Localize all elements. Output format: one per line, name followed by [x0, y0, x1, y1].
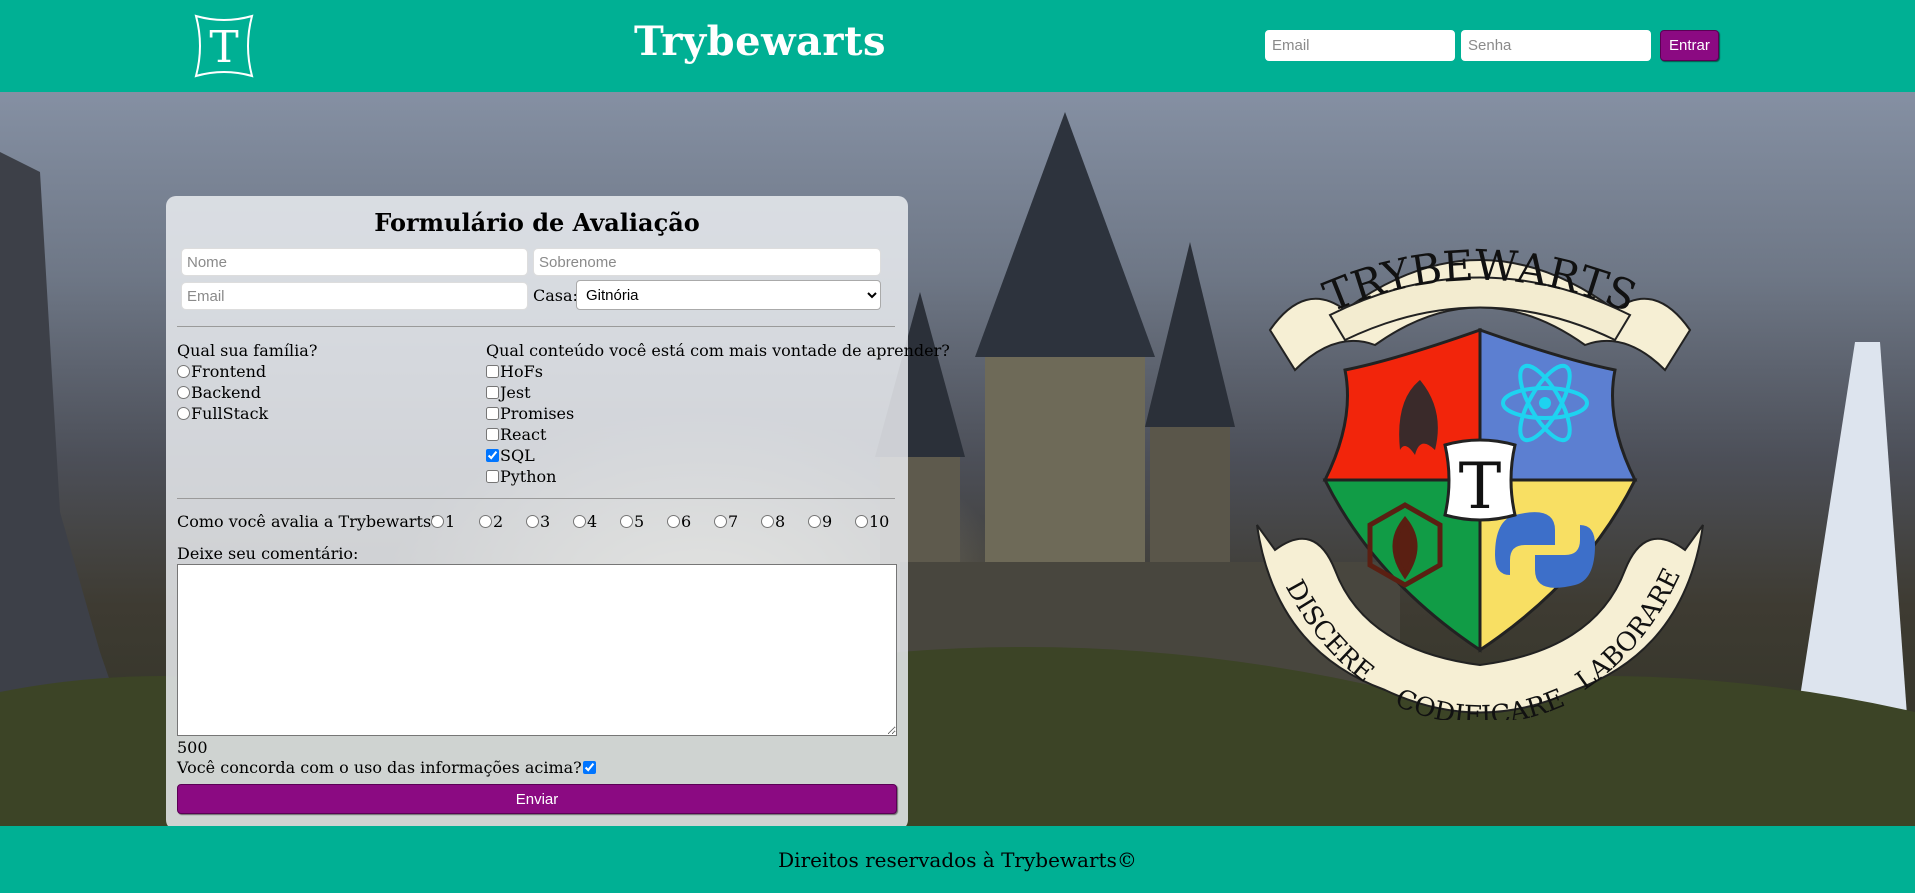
agreement-label: Você concorda com o uso das informações …: [177, 758, 582, 777]
comment-label: Deixe seu comentário:: [177, 544, 359, 563]
rating-radio[interactable]: [479, 515, 492, 528]
content-option-label: Jest: [500, 383, 531, 402]
login-password-input[interactable]: [1461, 30, 1651, 61]
rating-option-10[interactable]: 10: [855, 511, 889, 532]
family-option-label: Frontend: [191, 362, 267, 381]
rating-option-8[interactable]: 8: [761, 511, 785, 532]
rating-option-7[interactable]: 7: [714, 511, 738, 532]
family-option-fullstack[interactable]: FullStack: [177, 403, 268, 424]
form-title: Formulário de Avaliação: [374, 208, 700, 237]
content-option-label: Python: [500, 467, 557, 486]
rating-radio[interactable]: [431, 515, 444, 528]
rating-option-label: 2: [493, 512, 504, 531]
rating-option-label: 4: [587, 512, 598, 531]
content-option-label: React: [500, 425, 547, 444]
rating-option-1[interactable]: 1: [431, 511, 455, 532]
character-counter: 500: [177, 738, 208, 757]
rating-option-5[interactable]: 5: [620, 511, 644, 532]
content-checkbox[interactable]: [486, 386, 499, 399]
login-email-input[interactable]: [1265, 30, 1455, 61]
content-checkbox[interactable]: [486, 449, 499, 462]
content-checkbox[interactable]: [486, 470, 499, 483]
first-name-input[interactable]: [181, 248, 528, 276]
main-area: Formulário de Avaliação Casa: Gitnória Q…: [0, 92, 1915, 826]
trybewarts-logo-icon: T: [194, 14, 254, 78]
content-question: Qual conteúdo você está com mais vontade…: [486, 341, 950, 360]
footer-text: Direitos reservados à Trybewarts©: [778, 848, 1137, 872]
content-option-label: HoFs: [500, 362, 543, 381]
header: T Trybewarts Entrar: [0, 0, 1915, 92]
footer: Direitos reservados à Trybewarts©: [0, 826, 1915, 893]
rating-option-3[interactable]: 3: [526, 511, 550, 532]
family-option-frontend[interactable]: Frontend: [177, 361, 266, 382]
family-radio[interactable]: [177, 407, 190, 420]
rating-option-label: 10: [869, 512, 890, 531]
rating-radio[interactable]: [620, 515, 633, 528]
rating-option-label: 3: [540, 512, 551, 531]
rating-option-label: 5: [634, 512, 645, 531]
rating-option-9[interactable]: 9: [808, 511, 832, 532]
house-label: Casa:: [533, 286, 578, 305]
rating-option-label: 7: [728, 512, 739, 531]
rating-radio[interactable]: [573, 515, 586, 528]
rating-radio[interactable]: [667, 515, 680, 528]
rating-option-label: 6: [681, 512, 692, 531]
agreement-checkbox[interactable]: [582, 761, 596, 774]
rating-option-4[interactable]: 4: [573, 511, 597, 532]
crest-center-letter: T: [1459, 450, 1502, 524]
rating-radio[interactable]: [761, 515, 774, 528]
submit-button[interactable]: Enviar: [177, 784, 897, 814]
content-option-label: Promises: [500, 404, 575, 423]
content-option-hofs[interactable]: HoFs: [486, 361, 543, 382]
login-form: Entrar: [1265, 30, 1719, 61]
last-name-input[interactable]: [533, 248, 881, 276]
rating-option-6[interactable]: 6: [667, 511, 691, 532]
trybewarts-crest-image: TRYBEWARTS DISCERE LABORARE CODIFICARE T: [1256, 240, 1704, 720]
svg-text:T: T: [209, 22, 238, 73]
family-radio[interactable]: [177, 365, 190, 378]
content-checkbox[interactable]: [486, 407, 499, 420]
content-option-label: SQL: [500, 446, 535, 465]
family-radio[interactable]: [177, 386, 190, 399]
house-select[interactable]: Gitnória: [576, 280, 881, 310]
content-checkbox[interactable]: [486, 365, 499, 378]
rating-radio[interactable]: [808, 515, 821, 528]
rating-radio[interactable]: [526, 515, 539, 528]
rating-radio[interactable]: [714, 515, 727, 528]
rating-question: Como você avalia a Trybewarts?: [177, 512, 440, 531]
content-checkbox[interactable]: [486, 428, 499, 441]
email-input[interactable]: [181, 282, 528, 310]
content-option-react[interactable]: React: [486, 424, 546, 445]
family-option-label: Backend: [191, 383, 261, 402]
login-submit-button[interactable]: Entrar: [1660, 30, 1719, 61]
crest-top-banner-text: TRYBEWARTS: [1317, 240, 1644, 321]
evaluation-form: Formulário de Avaliação Casa: Gitnória Q…: [166, 196, 950, 826]
rating-radio[interactable]: [855, 515, 868, 528]
rating-option-label: 8: [775, 512, 786, 531]
content-option-jest[interactable]: Jest: [486, 382, 531, 403]
rating-option-label: 1: [445, 512, 456, 531]
site-title: Trybewarts: [633, 18, 886, 65]
divider: [177, 326, 895, 327]
family-option-backend[interactable]: Backend: [177, 382, 261, 403]
content-option-sql[interactable]: SQL: [486, 445, 535, 466]
rating-option-label: 9: [822, 512, 833, 531]
rating-option-2[interactable]: 2: [479, 511, 503, 532]
content-option-promises[interactable]: Promises: [486, 403, 574, 424]
content-option-python[interactable]: Python: [486, 466, 556, 487]
comment-textarea[interactable]: [177, 564, 897, 736]
agreement-row: Você concorda com o uso das informações …: [177, 758, 596, 777]
divider: [177, 498, 895, 499]
family-option-label: FullStack: [191, 404, 269, 423]
family-question: Qual sua família?: [177, 341, 318, 360]
